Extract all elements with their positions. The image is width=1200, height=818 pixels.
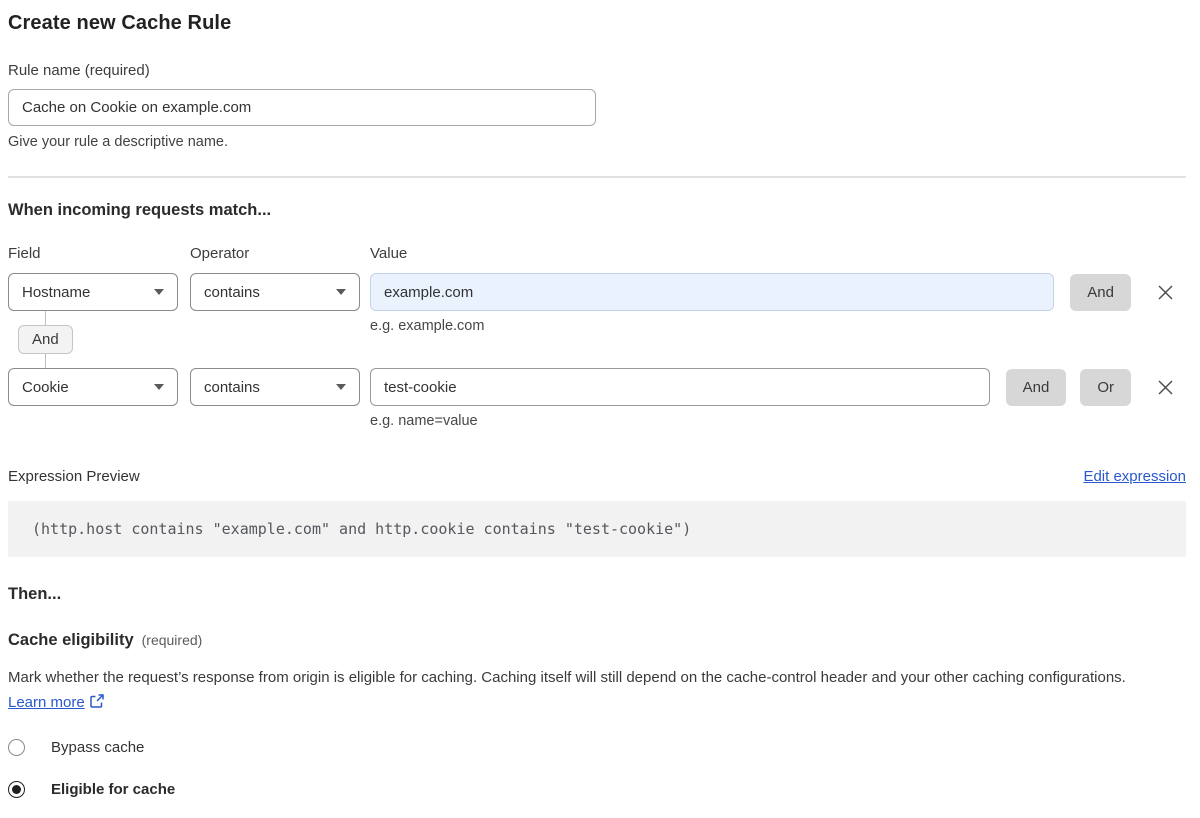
operator-select-value: contains bbox=[204, 284, 260, 301]
value-hint: e.g. name=value bbox=[370, 413, 1186, 429]
field-select[interactable]: Hostname bbox=[8, 273, 178, 311]
radio-unchecked-icon bbox=[8, 739, 25, 756]
remove-condition-button[interactable] bbox=[1152, 279, 1178, 305]
required-note: (required) bbox=[142, 632, 203, 648]
edit-expression-link[interactable]: Edit expression bbox=[1083, 468, 1186, 485]
cache-eligibility-description: Mark whether the request’s response from… bbox=[8, 665, 1168, 715]
rule-name-helper: Give your rule a descriptive name. bbox=[8, 134, 1186, 150]
value-hint: e.g. example.com bbox=[370, 318, 484, 334]
chevron-down-icon bbox=[154, 384, 164, 390]
and-connector: And bbox=[18, 311, 73, 368]
expression-code-block: (http.host contains "example.com" and ht… bbox=[8, 501, 1186, 557]
field-column-label: Field bbox=[8, 245, 178, 262]
value-input[interactable] bbox=[370, 368, 990, 406]
chevron-down-icon bbox=[336, 289, 346, 295]
add-and-condition-button[interactable]: And bbox=[1006, 369, 1067, 406]
value-input[interactable] bbox=[370, 273, 1054, 311]
cache-eligibility-header: Cache eligibility (required) bbox=[8, 631, 1186, 650]
add-or-condition-button[interactable]: Or bbox=[1080, 369, 1131, 406]
connector-line bbox=[45, 311, 46, 325]
condition-connector-band: e.g. example.com And bbox=[8, 311, 1186, 368]
rule-name-label: Rule name (required) bbox=[8, 62, 1186, 79]
learn-more-link[interactable]: Learn more bbox=[8, 694, 85, 711]
description-text: Mark whether the request’s response from… bbox=[8, 669, 1126, 686]
field-select-value: Cookie bbox=[22, 379, 69, 396]
expression-preview-label: Expression Preview bbox=[8, 468, 140, 485]
field-select[interactable]: Cookie bbox=[8, 368, 178, 406]
rule-name-input[interactable] bbox=[8, 89, 596, 126]
cache-eligibility-title: Cache eligibility bbox=[8, 631, 134, 650]
radio-option-bypass-cache[interactable]: Bypass cache bbox=[8, 739, 1186, 756]
chevron-down-icon bbox=[154, 289, 164, 295]
close-icon bbox=[1157, 284, 1174, 301]
operator-select[interactable]: contains bbox=[190, 368, 360, 406]
connector-line bbox=[45, 354, 46, 368]
field-select-value: Hostname bbox=[22, 284, 90, 301]
page-title: Create new Cache Rule bbox=[8, 12, 1186, 35]
chevron-down-icon bbox=[336, 384, 346, 390]
remove-condition-button[interactable] bbox=[1152, 374, 1178, 400]
operator-select[interactable]: contains bbox=[190, 273, 360, 311]
close-icon bbox=[1157, 379, 1174, 396]
radio-dot bbox=[12, 785, 21, 794]
condition-row: Cookie contains And Or bbox=[8, 368, 1178, 406]
section-divider bbox=[8, 176, 1186, 178]
operator-select-value: contains bbox=[204, 379, 260, 396]
condition-column-labels: Field Operator Value bbox=[8, 245, 1186, 262]
condition-row: Hostname contains And bbox=[8, 273, 1178, 311]
external-link-icon bbox=[89, 693, 105, 709]
expression-preview-header: Expression Preview Edit expression bbox=[8, 468, 1186, 485]
value-column-label: Value bbox=[370, 245, 407, 262]
create-cache-rule-page: Create new Cache Rule Rule name (require… bbox=[0, 0, 1200, 818]
add-and-condition-button[interactable]: And bbox=[1070, 274, 1131, 311]
radio-option-label: Bypass cache bbox=[51, 739, 144, 756]
then-section-heading: Then... bbox=[8, 585, 1186, 604]
match-section-heading: When incoming requests match... bbox=[8, 201, 1186, 220]
connector-and-button[interactable]: And bbox=[18, 325, 73, 354]
operator-column-label: Operator bbox=[190, 245, 360, 262]
